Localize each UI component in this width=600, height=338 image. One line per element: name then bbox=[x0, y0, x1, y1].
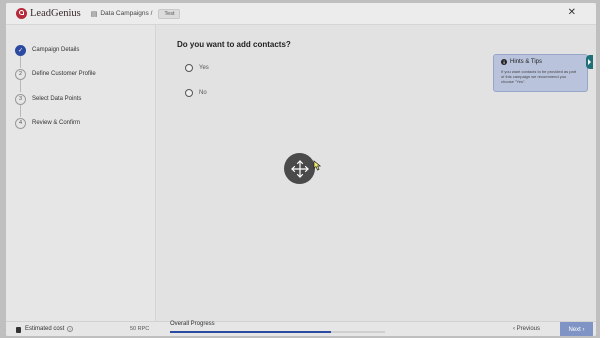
step-connector bbox=[20, 80, 21, 92]
step-label: Campaign Details bbox=[32, 47, 80, 53]
estimated-cost-label: Estimated cost bbox=[25, 326, 65, 332]
campaign-name-tag: Test bbox=[158, 8, 181, 19]
info-icon: i bbox=[501, 59, 507, 65]
step-connector bbox=[20, 56, 21, 68]
header: LeadGenius ▤ Data Campaigns / Test ✕ bbox=[6, 3, 596, 25]
move-icon[interactable] bbox=[284, 153, 315, 184]
progress-bar bbox=[170, 331, 385, 333]
close-icon[interactable]: ✕ bbox=[568, 7, 576, 18]
next-button[interactable]: Next › bbox=[560, 322, 593, 336]
step-number: 2 bbox=[15, 68, 26, 80]
step-define-customer-profile[interactable]: 2 Define Customer Profile bbox=[15, 68, 96, 80]
help-icon[interactable]: ? bbox=[67, 326, 73, 332]
radio-button[interactable] bbox=[185, 89, 193, 97]
step-connector bbox=[20, 105, 21, 117]
steps-sidebar: ✓ Campaign Details 2 Define Customer Pro… bbox=[6, 25, 156, 321]
radio-button[interactable] bbox=[185, 64, 193, 72]
main-content: Do you want to add contacts? Yes No i Hi… bbox=[157, 25, 596, 321]
page-title: Do you want to add contacts? bbox=[177, 40, 291, 49]
breadcrumb-data-campaigns[interactable]: Data Campaigns / bbox=[100, 10, 152, 17]
option-yes[interactable]: Yes bbox=[185, 64, 209, 72]
previous-label: Previous bbox=[516, 326, 541, 332]
step-number: 4 bbox=[15, 117, 26, 129]
option-no[interactable]: No bbox=[185, 89, 207, 97]
step-campaign-details[interactable]: ✓ Campaign Details bbox=[15, 44, 79, 56]
check-icon: ✓ bbox=[15, 44, 26, 56]
tips-body: If you want contacts to be provided as p… bbox=[501, 69, 577, 84]
step-review-confirm[interactable]: 4 Review & Confirm bbox=[15, 117, 80, 129]
move-arrows-icon bbox=[290, 159, 309, 178]
estimated-cost-value: 50 RPC bbox=[130, 326, 150, 332]
option-label: Yes bbox=[199, 65, 209, 71]
leadgenius-logo-icon bbox=[16, 8, 27, 19]
progress-fill bbox=[170, 331, 332, 333]
document-icon bbox=[16, 327, 21, 333]
tips-title: i Hints & Tips bbox=[501, 59, 580, 65]
step-number: 3 bbox=[15, 93, 26, 105]
footer: Estimated cost ? 50 RPC Overall Progress… bbox=[6, 321, 596, 336]
database-icon: ▤ bbox=[90, 10, 98, 18]
option-label: No bbox=[199, 90, 207, 96]
brand-name: LeadGenius bbox=[30, 8, 81, 19]
tips-title-text: Hints & Tips bbox=[510, 59, 543, 65]
step-select-data-points[interactable]: 3 Select Data Points bbox=[15, 93, 81, 105]
hints-tips-panel: i Hints & Tips If you want contacts to b… bbox=[493, 54, 588, 92]
step-label: Review & Confirm bbox=[32, 120, 81, 126]
step-label: Select Data Points bbox=[32, 96, 82, 102]
overall-progress-label: Overall Progress bbox=[170, 321, 215, 327]
previous-button[interactable]: ‹ Previous bbox=[513, 326, 540, 332]
collapse-tips-icon[interactable] bbox=[586, 55, 593, 69]
next-label: Next bbox=[568, 326, 581, 333]
step-label: Define Customer Profile bbox=[32, 71, 96, 77]
hand-cursor-icon bbox=[313, 160, 321, 171]
